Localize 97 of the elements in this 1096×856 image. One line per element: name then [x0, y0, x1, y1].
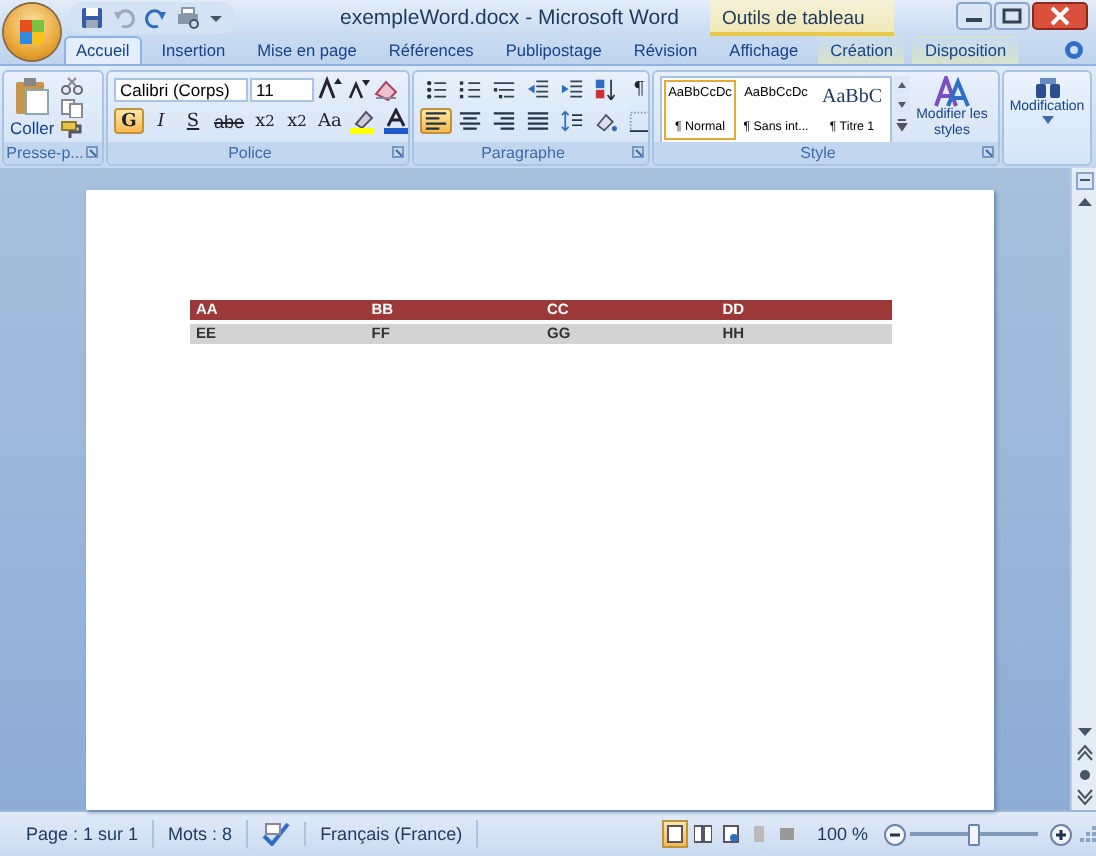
- grow-font-icon[interactable]: [316, 76, 342, 102]
- numbering-button[interactable]: [454, 76, 486, 102]
- contextual-title: Outils de tableau: [710, 0, 894, 36]
- scroll-up-icon[interactable]: [894, 76, 910, 94]
- view-icon: [722, 824, 741, 844]
- format-button[interactable]: G: [114, 108, 144, 134]
- align-left-icon: [424, 110, 448, 132]
- ribbon-tab[interactable]: Affichage: [717, 36, 811, 64]
- shrink-font-icon[interactable]: [344, 76, 370, 102]
- zoom-slider-thumb[interactable]: [968, 823, 980, 845]
- font-family-field[interactable]: Calibri (Corps): [114, 77, 248, 101]
- group-label: Style: [654, 142, 998, 164]
- align-left-button[interactable]: [420, 108, 452, 134]
- ribbon-tab[interactable]: Publipostage: [493, 36, 614, 64]
- view-icon: [666, 824, 685, 844]
- resize-grip-icon: [1080, 826, 1096, 842]
- binoculars-icon: [1033, 76, 1061, 100]
- dialog-launcher-icon[interactable]: [982, 146, 994, 158]
- style-preview: AaBbC: [822, 86, 882, 108]
- help-icon[interactable]: [1064, 40, 1084, 60]
- font-color-icon[interactable]: [381, 108, 408, 134]
- ribbon-tab[interactable]: Accueil: [64, 36, 142, 64]
- proofing-icon[interactable]: [262, 822, 291, 846]
- indent-icon: [560, 78, 584, 100]
- view-button[interactable]: [690, 820, 717, 848]
- minimize-icon[interactable]: [956, 2, 992, 30]
- previous-page-icon[interactable]: [1075, 744, 1093, 762]
- print-preview-icon[interactable]: [176, 6, 200, 30]
- dialog-launcher-icon[interactable]: [632, 146, 644, 158]
- next-page-icon[interactable]: [1075, 788, 1093, 806]
- ribbon-tab[interactable]: Références: [376, 36, 486, 64]
- ribbon-tab[interactable]: Révision: [621, 36, 710, 64]
- scroll-up-icon[interactable]: [1075, 194, 1093, 212]
- language[interactable]: Français (France): [306, 820, 479, 848]
- show-marks-button[interactable]: ¶: [624, 76, 648, 102]
- word-count: Mots : 8: [154, 820, 249, 848]
- browse-object-icon[interactable]: [1075, 766, 1093, 784]
- view-button[interactable]: [662, 820, 689, 848]
- group-label: Presse-p...: [4, 142, 102, 164]
- clipboard-icon: [14, 76, 51, 116]
- ribbon-tab[interactable]: Création: [818, 36, 905, 64]
- gallery-more-icon[interactable]: [894, 116, 910, 134]
- styles-letters-icon: [934, 76, 970, 108]
- justify-button[interactable]: [522, 108, 554, 134]
- zoom-in-icon[interactable]: [1050, 823, 1072, 845]
- format-button[interactable]: Aa: [314, 108, 346, 134]
- save-icon[interactable]: [80, 6, 104, 30]
- cut-icon[interactable]: [60, 76, 85, 96]
- clear-format-icon[interactable]: [372, 76, 400, 102]
- indent-button[interactable]: [556, 76, 588, 102]
- view-icon: [694, 824, 713, 844]
- multilevel-button[interactable]: [488, 76, 520, 102]
- zoom-out-icon[interactable]: [884, 823, 906, 845]
- maximize-icon[interactable]: [994, 2, 1030, 30]
- shading-icon: [594, 110, 618, 132]
- format-button[interactable]: I: [146, 108, 176, 134]
- ribbon-tab[interactable]: Mise en page: [245, 36, 369, 64]
- dialog-launcher-icon[interactable]: [86, 146, 98, 158]
- borders-icon: [628, 110, 648, 132]
- align-right-icon: [492, 110, 516, 132]
- office-logo-icon: [18, 18, 46, 46]
- office-button[interactable]: [4, 4, 60, 60]
- borders-button[interactable]: [624, 108, 648, 134]
- numbering-icon: [458, 78, 482, 100]
- format-painter-icon[interactable]: [60, 120, 85, 140]
- group-label: Paragraphe: [414, 142, 648, 164]
- paste-label: Coller: [10, 118, 55, 138]
- page-count: Page : 1 sur 1: [12, 820, 155, 848]
- shading-button[interactable]: [590, 108, 622, 134]
- align-center-icon: [458, 110, 482, 132]
- bullets-icon: [424, 78, 448, 100]
- sort-icon: [594, 78, 618, 100]
- format-button[interactable]: abe: [210, 108, 249, 134]
- redo-icon[interactable]: [144, 6, 168, 30]
- align-center-button[interactable]: [454, 108, 486, 134]
- line-spacing-icon: [560, 110, 584, 132]
- dropdown-icon: [1041, 116, 1053, 124]
- align-right-button[interactable]: [488, 108, 520, 134]
- scroll-down-icon[interactable]: [1075, 722, 1093, 740]
- format-button[interactable]: S: [178, 108, 208, 134]
- justify-icon: [526, 110, 550, 132]
- highlight-icon[interactable]: [347, 108, 380, 134]
- outdent-icon: [526, 78, 550, 100]
- close-icon[interactable]: [1032, 2, 1088, 30]
- font-size-field[interactable]: 11: [250, 77, 314, 101]
- view-button[interactable]: [718, 820, 745, 848]
- zoom-level[interactable]: 100 %: [800, 824, 884, 844]
- copy-icon[interactable]: [60, 98, 85, 118]
- dialog-launcher-icon[interactable]: [392, 146, 404, 158]
- ribbon-tab[interactable]: Disposition: [912, 36, 1019, 64]
- ruler-icon[interactable]: [1075, 172, 1093, 190]
- group-label: Police: [108, 142, 408, 164]
- line-spacing-button[interactable]: [556, 108, 588, 134]
- multilevel-icon: [492, 78, 516, 100]
- paste-button[interactable]: Coller: [10, 76, 55, 138]
- window-title: exempleWord.docx - Microsoft Word: [340, 6, 679, 30]
- ribbon-tab[interactable]: Insertion: [149, 36, 238, 64]
